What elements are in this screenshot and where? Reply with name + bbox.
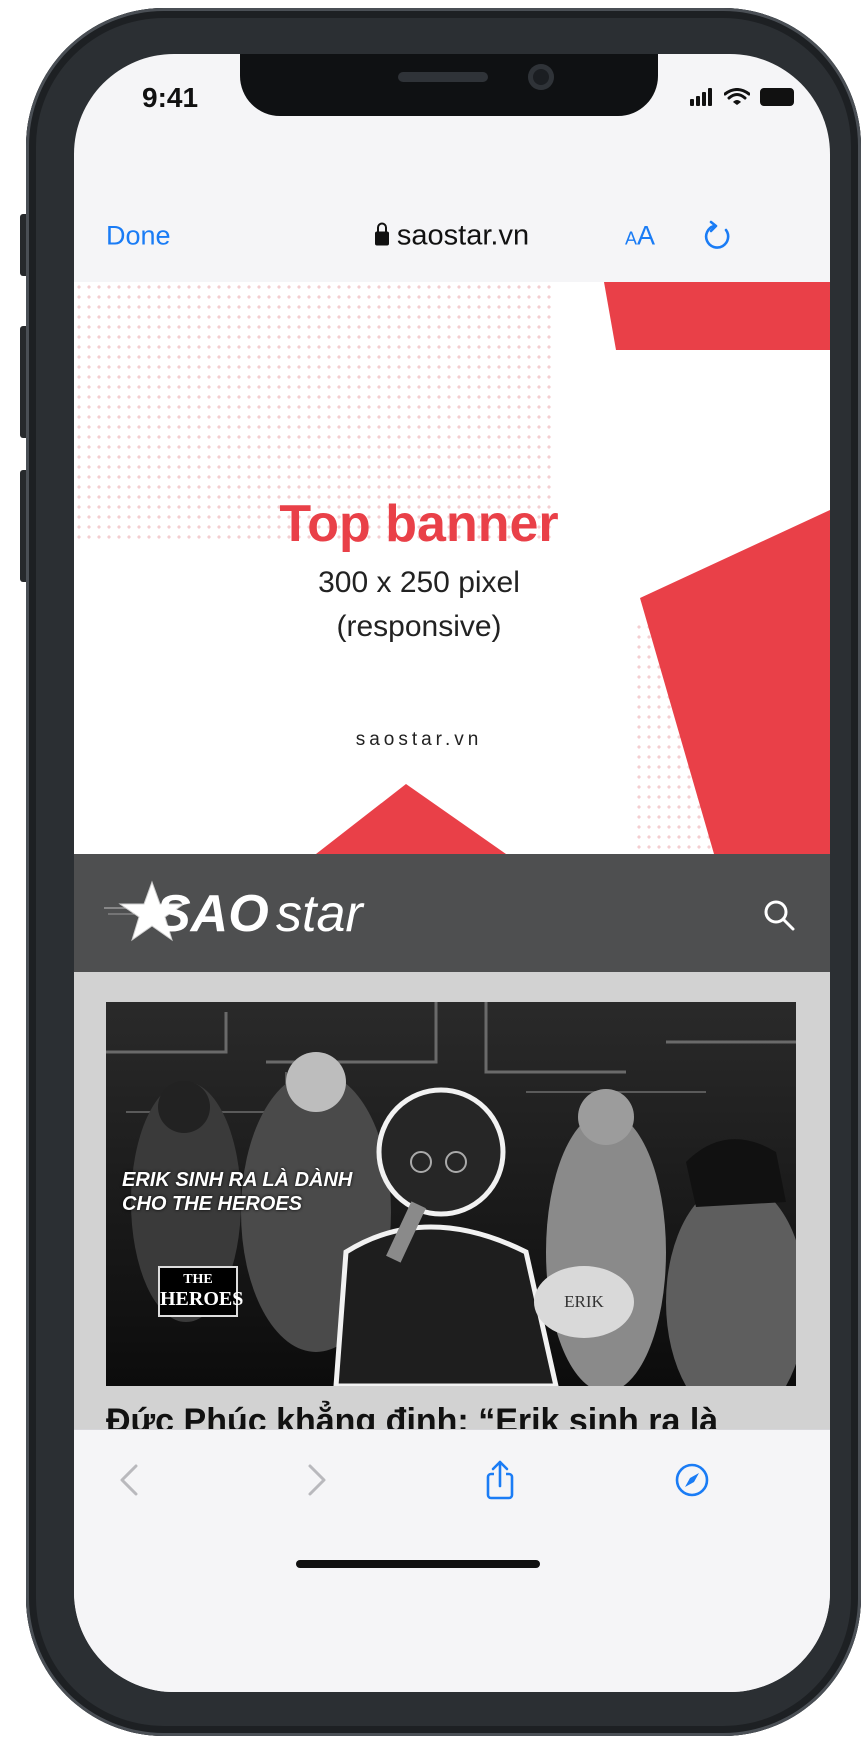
top-banner-ad[interactable]: Top banner 300 x 250 pixel (responsive) … bbox=[74, 282, 830, 854]
status-icons bbox=[690, 88, 794, 106]
banner-site: saostar.vn bbox=[355, 729, 483, 750]
cellular-signal-icon bbox=[690, 88, 714, 106]
site-header: SAO star bbox=[74, 854, 830, 972]
search-icon[interactable] bbox=[762, 898, 796, 932]
article-image[interactable]: ERIK SINH RA LÀ DÀNH CHO THE HEROES THE … bbox=[106, 1002, 796, 1386]
article-feed: ERIK SINH RA LÀ DÀNH CHO THE HEROES THE … bbox=[74, 972, 830, 1442]
banner-size: 300 x 250 pixel bbox=[318, 566, 520, 599]
browser-toolbar bbox=[74, 1429, 830, 1692]
share-icon[interactable] bbox=[480, 1460, 520, 1500]
back-icon[interactable] bbox=[112, 1460, 152, 1500]
logo-bold-text: SAO bbox=[156, 885, 269, 943]
banner-title: Top banner bbox=[279, 495, 559, 553]
phone-screen: 9:41 Done saostar.vn AA Top banner 300 x… bbox=[74, 54, 830, 1692]
status-time: 9:41 bbox=[142, 82, 199, 113]
forward-icon[interactable] bbox=[296, 1460, 336, 1500]
battery-icon bbox=[760, 88, 794, 106]
speaker-grille bbox=[398, 72, 488, 82]
notch bbox=[240, 54, 658, 116]
home-indicator bbox=[296, 1560, 540, 1568]
compass-icon[interactable] bbox=[672, 1460, 712, 1500]
logo-light-text: star bbox=[276, 885, 363, 943]
safari-view-header: Done saostar.vn AA bbox=[74, 154, 830, 283]
sign-text: ERIK bbox=[564, 1292, 604, 1311]
wifi-icon bbox=[724, 88, 750, 105]
front-camera bbox=[528, 64, 554, 90]
text-size-button[interactable]: AA bbox=[625, 221, 655, 252]
banner-note: (responsive) bbox=[336, 610, 502, 643]
saostar-logo[interactable]: SAO star bbox=[104, 878, 424, 948]
reload-icon[interactable] bbox=[702, 220, 734, 252]
lock-icon bbox=[374, 222, 389, 246]
show-logo: THE HEROES bbox=[158, 1266, 243, 1317]
image-overlay-quote: ERIK SINH RA LÀ DÀNH CHO THE HEROES bbox=[122, 1169, 353, 1215]
domain-label: saostar.vn bbox=[396, 219, 530, 252]
